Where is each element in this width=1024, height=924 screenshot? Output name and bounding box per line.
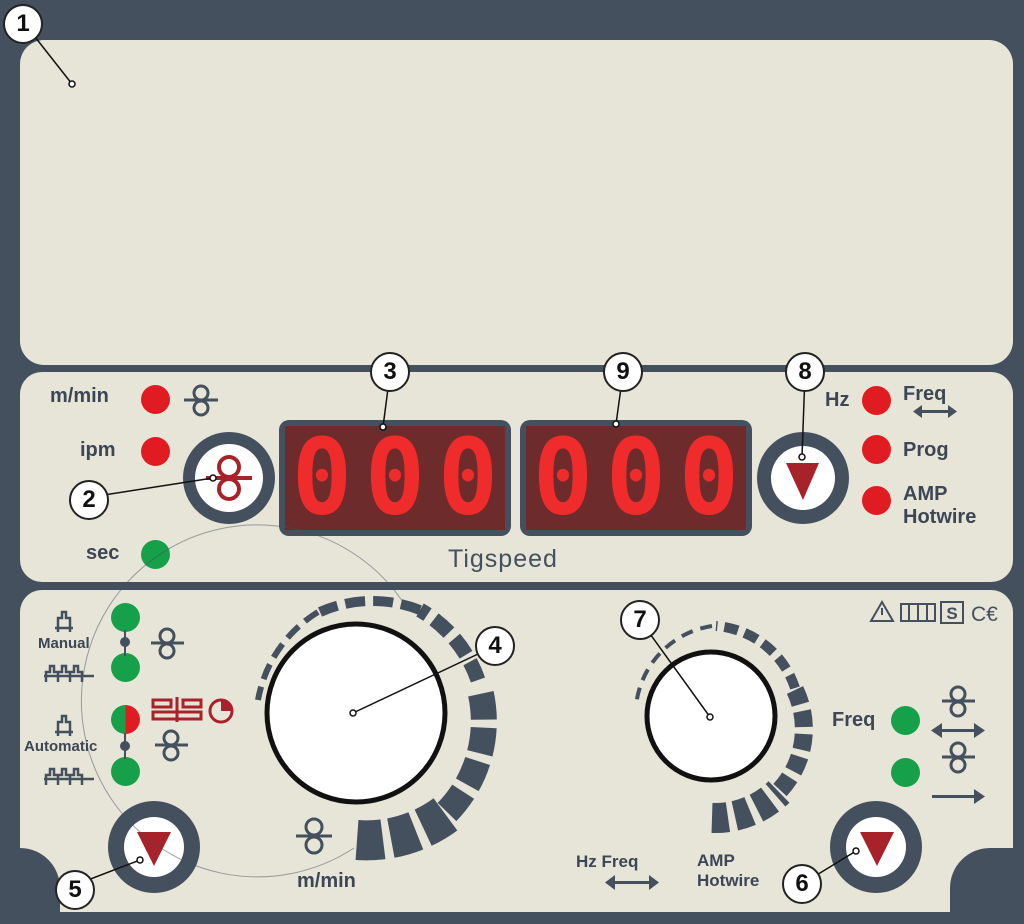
wire-feed-icon (296, 817, 332, 855)
callout-4: 4 (475, 626, 515, 666)
hz-freq-arrow-icon (605, 875, 659, 890)
callout-2: 2 (69, 480, 109, 520)
book-icon (900, 603, 936, 622)
callout-9: 9 (603, 352, 643, 392)
dial-left-scale (80, 524, 497, 878)
mode-connector-icon (120, 630, 130, 759)
wire-feed-forward-icon (942, 741, 975, 774)
wire-feed-icon (184, 384, 218, 417)
forward-arrow-icon (932, 789, 985, 804)
arrow-down-icon (860, 832, 894, 866)
timer-icon (208, 698, 234, 724)
callout-1: 1 (3, 4, 43, 44)
freq-double-arrow-icon (931, 723, 985, 738)
wire-feed-icon (151, 627, 188, 762)
graphics-layer: S C€ (27, 27, 998, 891)
svg-text:S: S (946, 604, 957, 623)
callout-8: 8 (785, 352, 825, 392)
callout-3: 3 (370, 352, 410, 392)
freq-arrow-icon (913, 405, 957, 418)
arrow-down-icon (786, 463, 819, 500)
callout-6: 6 (782, 864, 822, 904)
wire-feed-freq-icon (942, 685, 975, 718)
ce-icon: C€ (971, 603, 998, 626)
warning-icon (869, 600, 895, 622)
callout-5: 5 (55, 870, 95, 910)
dial-right-scale (634, 621, 813, 834)
callout-7: 7 (620, 600, 660, 640)
s-mark-icon: S (940, 601, 964, 624)
spot-icon (151, 697, 203, 722)
